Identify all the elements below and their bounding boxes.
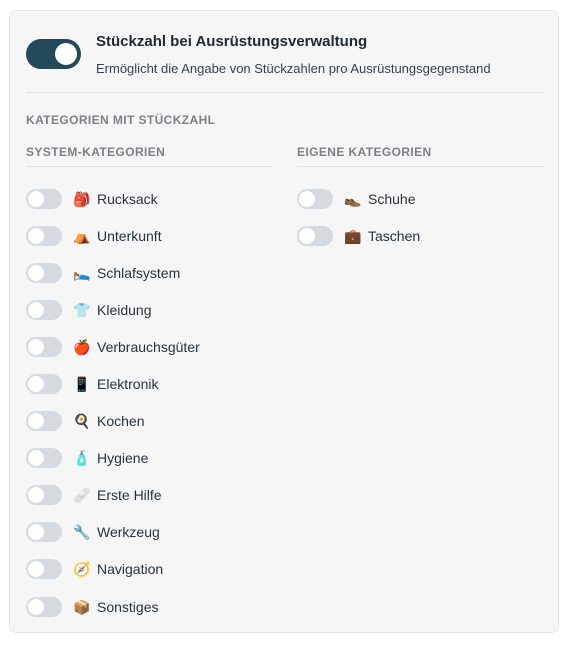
bandage-icon: 🩹 — [73, 487, 91, 504]
system-categories-list: 🎒 Rucksack ⛺ Unterkunft 🛌 Schlafsystem 👕 Kleidu… — [26, 180, 273, 625]
divider — [26, 92, 544, 93]
briefcase-icon: 💼 — [344, 227, 362, 244]
category-item: 🎒 Rucksack — [26, 180, 273, 217]
category-label: Schlafsystem — [97, 264, 181, 281]
settings-card: Stückzahl bei Ausrüstungsverwaltung Ermö… — [9, 10, 559, 633]
category-item: 💼 Taschen — [297, 217, 544, 254]
toggle-knob — [28, 264, 44, 281]
category-toggle[interactable] — [26, 188, 62, 209]
toggle-knob — [299, 227, 315, 244]
category-toggle[interactable] — [26, 299, 62, 320]
category-label: Taschen — [368, 227, 421, 244]
category-label: Hygiene — [97, 450, 149, 467]
category-label: Sonstiges — [97, 598, 159, 615]
toggle-knob — [299, 190, 315, 207]
category-toggle[interactable] — [26, 485, 62, 506]
custom-categories-heading: EIGENE KATEGORIEN — [297, 145, 544, 167]
category-label: Verbrauchsgüter — [97, 338, 200, 355]
category-toggle[interactable] — [26, 559, 62, 580]
toggle-knob — [28, 561, 44, 578]
category-toggle[interactable] — [26, 522, 62, 543]
toggle-knob — [28, 190, 44, 207]
category-toggle[interactable] — [26, 262, 62, 283]
compass-icon: 🧭 — [73, 561, 91, 578]
toggle-knob — [28, 413, 44, 430]
toggle-knob — [28, 376, 44, 393]
custom-categories-column: EIGENE KATEGORIEN 👞 Schuhe 💼 Taschen — [297, 145, 544, 254]
apple-icon: 🍎 — [73, 338, 91, 355]
category-item: ⛺ Unterkunft — [26, 217, 273, 254]
package-icon: 📦 — [73, 598, 91, 615]
toggle-knob — [28, 487, 44, 504]
category-label: Erste Hilfe — [97, 487, 162, 504]
quantity-tracking-toggle[interactable] — [26, 39, 81, 69]
frying-pan-icon: 🍳 — [73, 413, 91, 430]
shoe-icon: 👞 — [344, 190, 362, 207]
category-item: 👞 Schuhe — [297, 180, 544, 217]
shirt-icon: 👕 — [73, 301, 91, 318]
category-item: 🩹 Erste Hilfe — [26, 477, 273, 514]
category-label: Elektronik — [97, 376, 159, 393]
tent-icon: ⛺ — [73, 227, 91, 244]
toggle-knob — [28, 301, 44, 318]
lotion-bottle-icon: 🧴 — [73, 450, 91, 467]
category-label: Unterkunft — [97, 227, 162, 244]
category-label: Rucksack — [97, 190, 158, 207]
category-toggle[interactable] — [297, 188, 333, 209]
sleeping-bed-icon: 🛌 — [73, 264, 91, 281]
category-item: 🛌 Schlafsystem — [26, 254, 273, 291]
category-item: 🍳 Kochen — [26, 403, 273, 440]
toggle-knob — [28, 524, 44, 541]
setting-title: Stückzahl bei Ausrüstungsverwaltung — [96, 33, 368, 50]
category-label: Navigation — [97, 561, 164, 578]
toggle-knob — [28, 338, 44, 355]
category-toggle[interactable] — [26, 225, 62, 246]
setting-description: Ermöglicht die Angabe von Stückzahlen pr… — [96, 61, 491, 76]
category-label: Werkzeug — [97, 524, 160, 541]
system-categories-column: SYSTEM-KATEGORIEN 🎒 Rucksack ⛺ Unterkunft 🛌 S… — [26, 145, 273, 625]
category-toggle[interactable] — [26, 596, 62, 617]
category-item: 📦 Sonstiges — [26, 588, 273, 625]
category-label: Schuhe — [368, 190, 416, 207]
toggle-knob — [28, 227, 44, 244]
category-item: 🍎 Verbrauchsgüter — [26, 328, 273, 365]
category-item: 🧭 Navigation — [26, 551, 273, 588]
category-item: 🔧 Werkzeug — [26, 514, 273, 551]
category-toggle[interactable] — [26, 336, 62, 357]
backpack-icon: 🎒 — [73, 190, 91, 207]
section-heading: KATEGORIEN MIT STÜCKZAHL — [26, 113, 216, 127]
custom-categories-list: 👞 Schuhe 💼 Taschen — [297, 180, 544, 254]
category-item: 🧴 Hygiene — [26, 440, 273, 477]
toggle-knob — [55, 43, 77, 65]
phone-icon: 📱 — [73, 376, 91, 393]
category-toggle[interactable] — [297, 225, 333, 246]
category-toggle[interactable] — [26, 374, 62, 395]
category-label: Kochen — [97, 413, 145, 430]
system-categories-heading: SYSTEM-KATEGORIEN — [26, 145, 273, 167]
category-toggle[interactable] — [26, 411, 62, 432]
category-label: Kleidung — [97, 301, 152, 318]
category-item: 👕 Kleidung — [26, 291, 273, 328]
toggle-knob — [28, 450, 44, 467]
toggle-knob — [28, 598, 44, 615]
category-item: 📱 Elektronik — [26, 365, 273, 402]
category-toggle[interactable] — [26, 448, 62, 469]
wrench-icon: 🔧 — [73, 524, 91, 541]
